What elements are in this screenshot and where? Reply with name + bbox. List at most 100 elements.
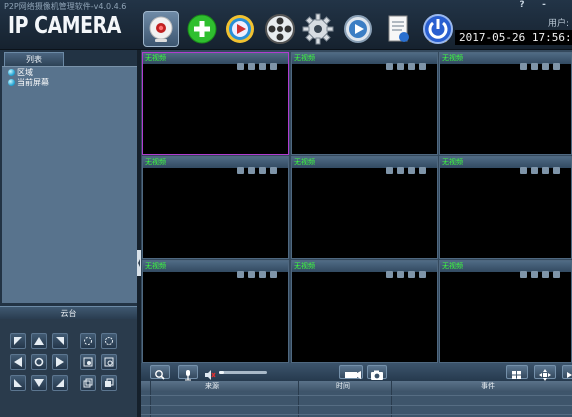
settings-button[interactable]	[300, 11, 336, 47]
video-cell[interactable]: 无视频	[142, 52, 289, 155]
ptz-focus-near-button[interactable]	[80, 354, 96, 370]
cell-record-icon[interactable]	[542, 167, 549, 174]
focus-near-icon	[83, 357, 93, 367]
playback-button[interactable]	[222, 11, 258, 47]
cell-speaker-icon[interactable]	[397, 63, 404, 70]
cell-close-icon[interactable]	[419, 271, 426, 278]
speaker-mute-button[interactable]	[204, 366, 216, 380]
cell-mic-icon[interactable]	[386, 167, 393, 174]
cell-mic-icon[interactable]	[386, 63, 393, 70]
help-button[interactable]: ?	[516, 0, 528, 11]
cell-close-icon[interactable]	[270, 271, 277, 278]
projector-button[interactable]	[339, 365, 363, 379]
cell-close-icon[interactable]	[419, 167, 426, 174]
more-button[interactable]	[562, 365, 572, 379]
cell-speaker-icon[interactable]	[397, 271, 404, 278]
cell-record-icon[interactable]	[408, 167, 415, 174]
ptz-left-button[interactable]	[10, 354, 26, 370]
ptz-up-right-button[interactable]	[52, 333, 68, 349]
window-title: P2P网络摄像机管理软件-v4.0.4.6	[4, 2, 127, 11]
tab-list[interactable]: 列表	[4, 52, 64, 66]
video-cell[interactable]: 无视频	[439, 156, 572, 259]
arrow-up-right-icon	[56, 337, 64, 345]
cell-speaker-icon[interactable]	[248, 63, 255, 70]
ptz-down-right-button[interactable]	[52, 375, 68, 391]
ptz-right-button[interactable]	[52, 354, 68, 370]
no-video-label: 无视频	[294, 158, 315, 166]
cell-controls	[233, 159, 285, 174]
cell-record-icon[interactable]	[542, 63, 549, 70]
video-cell[interactable]: 无视频	[439, 52, 572, 155]
cell-mic-icon[interactable]	[237, 63, 244, 70]
ptz-up-button[interactable]	[31, 333, 47, 349]
minimize-button[interactable]: -	[538, 0, 550, 11]
cell-controls	[516, 159, 568, 174]
cell-close-icon[interactable]	[419, 63, 426, 70]
cell-close-icon[interactable]	[553, 167, 560, 174]
cell-mic-icon[interactable]	[520, 63, 527, 70]
cell-record-icon[interactable]	[259, 271, 266, 278]
cell-controls	[516, 263, 568, 278]
ptz-down-button[interactable]	[31, 375, 47, 391]
ptz-zoom-out-button[interactable]	[80, 333, 96, 349]
video-cell[interactable]: 无视频	[291, 260, 438, 363]
arrow-up-left-icon	[14, 337, 22, 345]
snapshot-button[interactable]	[367, 365, 387, 380]
live-view-button[interactable]	[143, 11, 179, 47]
cell-speaker-icon[interactable]	[248, 167, 255, 174]
ptz-down-left-button[interactable]	[10, 375, 26, 391]
ptz-auto-button[interactable]	[31, 354, 47, 370]
ptz-iris-open-button[interactable]	[101, 375, 117, 391]
cell-close-icon[interactable]	[270, 63, 277, 70]
event-log-header: 来源 时间 事件	[141, 381, 572, 392]
cell-close-icon[interactable]	[270, 167, 277, 174]
iris-open-icon	[105, 378, 114, 387]
ptz-zoom-in-button[interactable]	[101, 333, 117, 349]
cell-speaker-icon[interactable]	[531, 63, 538, 70]
cell-record-icon[interactable]	[408, 271, 415, 278]
cell-controls	[382, 263, 434, 278]
media-player-button[interactable]	[340, 11, 376, 47]
cell-mic-icon[interactable]	[237, 167, 244, 174]
cell-record-icon[interactable]	[259, 63, 266, 70]
cell-record-icon[interactable]	[259, 167, 266, 174]
microphone-button[interactable]	[178, 365, 198, 381]
video-cell[interactable]: 无视频	[291, 52, 438, 155]
cell-mic-icon[interactable]	[520, 167, 527, 174]
tree-item-label: 区域	[17, 68, 33, 77]
cell-speaker-icon[interactable]	[531, 167, 538, 174]
video-cell[interactable]: 无视频	[439, 260, 572, 363]
record-button[interactable]	[262, 11, 298, 47]
cell-speaker-icon[interactable]	[248, 271, 255, 278]
cell-close-icon[interactable]	[553, 63, 560, 70]
video-cell[interactable]: 无视频	[291, 156, 438, 259]
video-cell[interactable]: 无视频	[142, 260, 289, 363]
cell-record-icon[interactable]	[542, 271, 549, 278]
focus-far-icon	[104, 357, 114, 367]
cell-record-icon[interactable]	[408, 63, 415, 70]
arrow-down-icon	[34, 379, 44, 387]
no-video-label: 无视频	[294, 54, 315, 62]
log-button[interactable]	[380, 11, 416, 47]
fullscreen-button[interactable]	[534, 365, 556, 381]
cell-mic-icon[interactable]	[520, 271, 527, 278]
ptz-up-left-button[interactable]	[10, 333, 26, 349]
arrow-right-icon	[56, 357, 64, 367]
cell-mic-icon[interactable]	[386, 271, 393, 278]
video-cell-titlebar: 无视频	[292, 261, 437, 278]
tree-item-current-screen[interactable]: 当前屏幕	[8, 77, 49, 88]
ptz-iris-close-button[interactable]	[80, 375, 96, 391]
grid-layout-button[interactable]	[506, 365, 528, 379]
table-row	[141, 395, 572, 396]
cell-mic-icon[interactable]	[237, 271, 244, 278]
ptz-focus-far-button[interactable]	[101, 354, 117, 370]
cell-speaker-icon[interactable]	[531, 271, 538, 278]
cell-controls	[382, 159, 434, 174]
search-button[interactable]	[150, 365, 170, 380]
exit-button[interactable]	[420, 11, 456, 47]
video-cell[interactable]: 无视频	[142, 156, 289, 259]
add-device-button[interactable]	[184, 11, 220, 47]
volume-slider[interactable]	[219, 371, 267, 374]
cell-close-icon[interactable]	[553, 271, 560, 278]
cell-speaker-icon[interactable]	[397, 167, 404, 174]
